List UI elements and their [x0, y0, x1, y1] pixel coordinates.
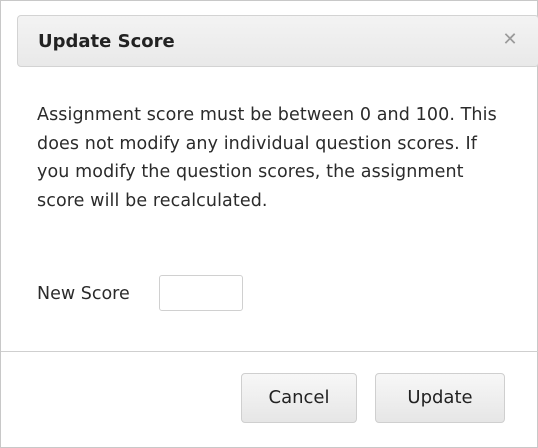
update-button[interactable]: Update — [375, 373, 505, 423]
dialog-message: Assignment score must be between 0 and 1… — [37, 105, 497, 211]
dialog-titlebar: Update Score ✕ — [17, 15, 538, 67]
new-score-input[interactable] — [159, 275, 243, 311]
close-icon[interactable]: ✕ — [496, 26, 524, 54]
new-score-label: New Score — [37, 284, 130, 304]
cancel-button[interactable]: Cancel — [241, 373, 357, 423]
dialog-divider — [1, 351, 538, 352]
update-score-dialog: Update Score ✕ Assignment score must be … — [0, 0, 538, 448]
dialog-title: Update Score — [38, 31, 175, 52]
